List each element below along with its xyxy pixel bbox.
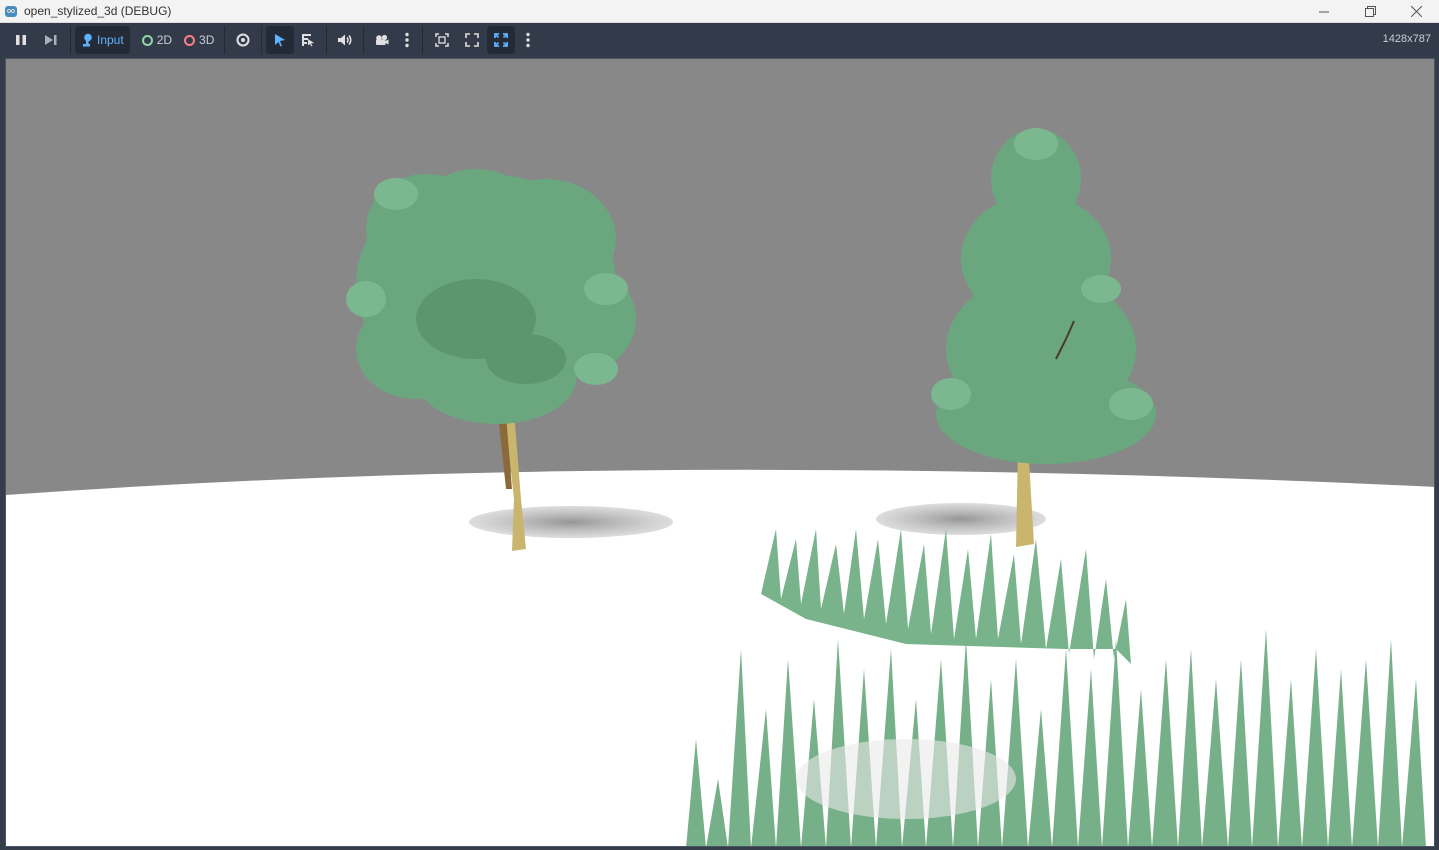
tree-shadow xyxy=(469,506,673,538)
circle-3d-icon xyxy=(184,34,196,46)
toolbar-separator xyxy=(70,26,71,54)
toolbar-separator xyxy=(224,26,226,54)
eye-icon xyxy=(236,33,250,47)
embed-focus-button[interactable] xyxy=(427,26,457,54)
stretch-button[interactable] xyxy=(487,26,516,54)
mode-2d-button[interactable]: 2D xyxy=(136,26,178,54)
toolbar-separator xyxy=(261,26,263,54)
window-title: open_stylized_3d (DEBUG) xyxy=(24,4,172,18)
game-viewport[interactable] xyxy=(5,58,1435,847)
pause-button[interactable] xyxy=(6,26,36,54)
game-toolbar: Input 2D 3D xyxy=(0,23,1439,57)
minimize-button[interactable] xyxy=(1301,0,1347,23)
mode-3d-button[interactable]: 3D xyxy=(178,26,220,54)
next-frame-icon xyxy=(45,35,57,45)
camera-override-button[interactable] xyxy=(368,26,396,54)
focus-frame-icon xyxy=(435,33,450,47)
toolbar-separator xyxy=(326,26,328,54)
godot-icon xyxy=(5,6,17,17)
scene-render xyxy=(6,128,1434,846)
restore-button[interactable] xyxy=(1347,0,1393,23)
audio-button[interactable] xyxy=(331,26,359,54)
input-toggle-button[interactable]: Input xyxy=(75,26,130,54)
close-button[interactable] xyxy=(1393,0,1439,23)
toolbar-separator xyxy=(363,26,365,54)
close-icon xyxy=(1410,6,1422,17)
cursor-arrow-icon xyxy=(275,34,286,47)
grass-shadow xyxy=(796,739,1016,819)
toolbar-separator xyxy=(422,26,424,54)
expand-icon xyxy=(494,33,509,47)
list-select-icon xyxy=(302,34,315,47)
next-frame-button[interactable] xyxy=(36,26,66,54)
mode-2d-label: 2D xyxy=(156,33,173,47)
more-vertical-icon xyxy=(405,32,410,48)
circle-2d-icon xyxy=(141,34,153,46)
more-options-button[interactable] xyxy=(515,26,541,54)
visibility-button[interactable] xyxy=(229,26,257,54)
mode-3d-label: 3D xyxy=(199,33,215,47)
pause-icon xyxy=(16,35,26,45)
title-bar: open_stylized_3d (DEBUG) xyxy=(0,0,1439,23)
camera-icon xyxy=(376,34,389,45)
joystick-icon xyxy=(83,33,92,47)
fullscreen-icon xyxy=(465,33,480,47)
speaker-icon xyxy=(338,34,352,46)
list-select-button[interactable] xyxy=(294,26,322,54)
camera-options-button[interactable] xyxy=(396,26,418,54)
minimize-icon xyxy=(1319,11,1329,12)
more-vertical-icon xyxy=(526,32,531,48)
input-label: Input xyxy=(97,33,124,47)
restore-icon xyxy=(1364,6,1376,17)
select-mode-button[interactable] xyxy=(266,26,295,54)
resolution-label: 1428x787 xyxy=(1382,33,1431,45)
fullscreen-button[interactable] xyxy=(457,26,487,54)
